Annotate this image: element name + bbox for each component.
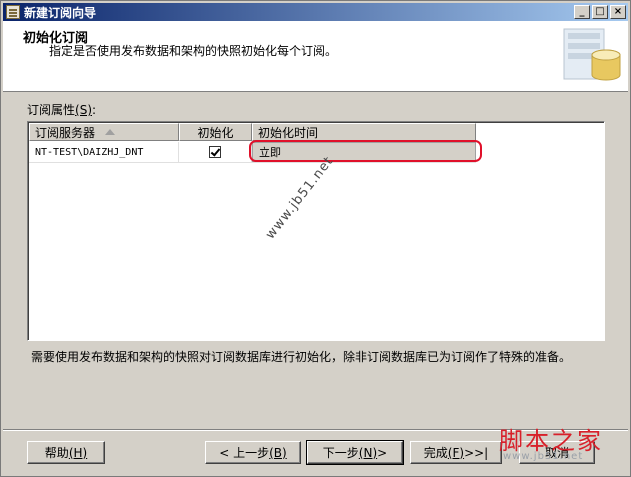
next-button[interactable]: 下一步 (N) > — [306, 440, 404, 465]
grid-header: 订阅服务器 初始化 初始化时间 — [29, 123, 476, 141]
finish-button[interactable]: 完成 (F) >>| — [410, 441, 502, 464]
minimize-button[interactable]: _ — [574, 5, 590, 19]
wizard-window: 新建订阅向导 _ □ × 初始化订阅 指定是否使用发布数据和架构的快照初始化每个… — [0, 0, 631, 477]
column-header-init[interactable]: 初始化 — [179, 123, 252, 141]
title-bar[interactable]: 新建订阅向导 _ □ × — [3, 3, 628, 21]
annotation-highlight — [249, 140, 482, 162]
maximize-button[interactable]: □ — [592, 5, 608, 19]
initialize-checkbox[interactable] — [209, 146, 221, 158]
help-button[interactable]: 帮助 (H) — [27, 441, 105, 464]
column-header-server[interactable]: 订阅服务器 — [29, 123, 179, 141]
site-logo: 脚本之家 www.jb51.net — [499, 421, 627, 471]
initialize-cell — [179, 142, 252, 162]
back-button[interactable]: < 上一步 (B) — [205, 441, 301, 464]
subscription-properties-label: 订阅属性(S): — [27, 103, 97, 117]
sort-ascending-icon — [105, 129, 116, 135]
subscriber-server-cell: NT-TEST\DAIZHJ_DNT — [29, 142, 179, 162]
app-icon — [6, 5, 20, 19]
window-title: 新建订阅向导 — [24, 5, 97, 20]
column-header-time[interactable]: 初始化时间 — [252, 123, 476, 141]
wizard-header: 初始化订阅 指定是否使用发布数据和架构的快照初始化每个订阅。 — [3, 21, 628, 92]
logo-url: www.jb51.net — [503, 451, 584, 462]
database-wizard-icon — [563, 28, 621, 81]
info-text: 需要使用发布数据和架构的快照对订阅数据库进行初始化，除非订阅数据库已为订阅作了特… — [31, 350, 572, 364]
close-button[interactable]: × — [610, 5, 626, 19]
page-subtitle: 指定是否使用发布数据和架构的快照初始化每个订阅。 — [49, 44, 338, 58]
